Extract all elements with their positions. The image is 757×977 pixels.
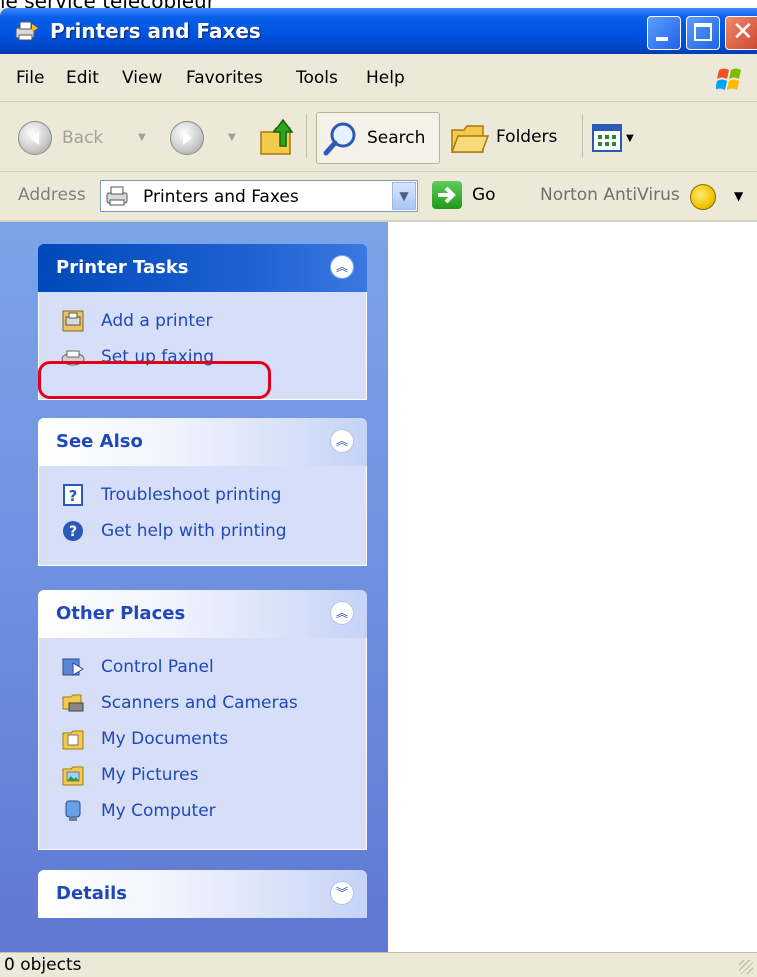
- details-header[interactable]: Details ︾: [38, 870, 367, 918]
- go-arrow-icon[interactable]: [432, 181, 462, 209]
- red-highlight-annotation: [38, 361, 271, 399]
- address-label: Address: [18, 185, 86, 205]
- window-title: Printers and Faxes: [50, 19, 261, 43]
- maximize-icon: [694, 23, 712, 41]
- file-list-area[interactable]: [388, 222, 757, 952]
- collapse-chevron-icon[interactable]: ︽: [330, 601, 354, 625]
- back-arrow-icon: [30, 131, 39, 145]
- printer-tasks-header[interactable]: Printer Tasks ︽: [38, 244, 367, 292]
- minimize-button[interactable]: [647, 16, 681, 50]
- menu-favorites[interactable]: Favorites: [186, 66, 263, 90]
- menu-view[interactable]: View: [122, 66, 162, 90]
- windows-logo-icon: [716, 68, 741, 90]
- my-pictures-icon: [62, 766, 84, 786]
- toolbar-separator: [306, 114, 307, 158]
- explorer-window: Printers and Faxes ✕ File Edit View Favo…: [0, 8, 757, 977]
- forward-arrow-icon: [183, 131, 192, 145]
- expand-chevron-icon[interactable]: ︾: [330, 881, 354, 905]
- folders-button[interactable]: Folders: [448, 112, 572, 164]
- svg-text:?: ?: [69, 487, 78, 505]
- add-printer-icon: [62, 310, 84, 332]
- other-places-body: Control Panel Scanners and Cameras My Do…: [38, 638, 367, 850]
- panel-title: Details: [56, 883, 127, 904]
- svg-text:?: ?: [69, 524, 77, 540]
- minimize-icon: [656, 37, 668, 41]
- status-bar: 0 objects: [0, 952, 757, 977]
- link-label: Troubleshoot printing: [101, 485, 282, 505]
- address-bar: Address Printers and Faxes ▼ Go Norton A…: [0, 172, 757, 222]
- menu-tools[interactable]: Tools: [296, 66, 338, 90]
- norton-icon[interactable]: [690, 184, 716, 210]
- collapse-chevron-icon[interactable]: ︽: [330, 255, 354, 279]
- details-panel: Details ︾: [38, 870, 367, 918]
- link-label: Control Panel: [101, 657, 214, 677]
- search-label: Search: [367, 128, 426, 148]
- other-places-panel: Other Places ︽ Control Panel Scanners an…: [38, 590, 367, 850]
- address-dropdown-icon[interactable]: ▼: [392, 182, 416, 210]
- back-label: Back: [62, 128, 104, 148]
- maximize-button[interactable]: [686, 16, 720, 50]
- search-button[interactable]: Search: [316, 112, 440, 164]
- see-also-panel: See Also ︽ ? Troubleshoot printing ? Get…: [38, 418, 367, 566]
- close-icon: ✕: [732, 17, 754, 47]
- panel-title: Other Places: [56, 603, 186, 624]
- norton-dropdown-icon[interactable]: ▼: [734, 189, 743, 203]
- up-folder-icon[interactable]: [258, 116, 298, 158]
- link-label: Scanners and Cameras: [101, 693, 298, 713]
- help-circle-icon: ?: [63, 521, 83, 541]
- other-places-header[interactable]: Other Places ︽: [38, 590, 367, 638]
- address-value: Printers and Faxes: [143, 187, 299, 207]
- scanners-cameras-icon: [62, 694, 84, 712]
- back-dropdown-icon[interactable]: ▼: [138, 132, 146, 144]
- resize-grip-icon[interactable]: [739, 960, 753, 974]
- forward-dropdown-icon[interactable]: ▼: [228, 132, 236, 144]
- close-button[interactable]: ✕: [725, 16, 757, 50]
- link-label: Get help with printing: [101, 521, 287, 541]
- folders-label: Folders: [496, 127, 558, 147]
- folders-icon: [450, 125, 490, 153]
- see-also-body: ? Troubleshoot printing ? Get help with …: [38, 466, 367, 566]
- control-panel-icon: [62, 658, 84, 676]
- link-label: My Computer: [101, 801, 216, 821]
- forward-button[interactable]: [170, 121, 204, 155]
- back-button[interactable]: [18, 121, 52, 155]
- title-bar[interactable]: Printers and Faxes ✕: [0, 8, 757, 54]
- toolbar: Back ▼ ▼ Search Folders ▼: [0, 102, 757, 172]
- toolbar-separator: [582, 114, 583, 158]
- panel-title: Printer Tasks: [56, 257, 189, 278]
- link-label: My Pictures: [101, 765, 199, 785]
- menu-help[interactable]: Help: [366, 66, 405, 90]
- menu-edit[interactable]: Edit: [66, 66, 99, 90]
- collapse-chevron-icon[interactable]: ︽: [330, 429, 354, 453]
- my-computer-icon: [65, 800, 81, 821]
- views-button[interactable]: ▼: [592, 124, 640, 154]
- link-label: My Documents: [101, 729, 229, 749]
- status-text: 0 objects: [4, 955, 82, 975]
- help-book-icon: ?: [63, 484, 83, 506]
- link-label: Add a printer: [101, 311, 213, 331]
- printers-folder-icon: [15, 21, 38, 41]
- my-documents-icon: [62, 730, 84, 750]
- panel-title: See Also: [56, 431, 143, 452]
- see-also-header[interactable]: See Also ︽: [38, 418, 367, 466]
- menu-bar: File Edit View Favorites Tools Help: [0, 54, 757, 102]
- search-icon: [323, 122, 356, 156]
- views-dropdown-icon: ▼: [626, 133, 634, 144]
- menu-file[interactable]: File: [16, 66, 44, 90]
- printers-folder-icon: [106, 186, 128, 206]
- printer-tasks-panel: Printer Tasks ︽ Add a printer Set up fax…: [38, 244, 367, 400]
- task-pane: Printer Tasks ︽ Add a printer Set up fax…: [0, 222, 388, 952]
- address-field[interactable]: Printers and Faxes ▼: [100, 180, 418, 212]
- go-button[interactable]: Go: [472, 185, 496, 205]
- views-icon: [592, 124, 622, 152]
- norton-antivirus-label[interactable]: Norton AntiVirus: [540, 185, 680, 205]
